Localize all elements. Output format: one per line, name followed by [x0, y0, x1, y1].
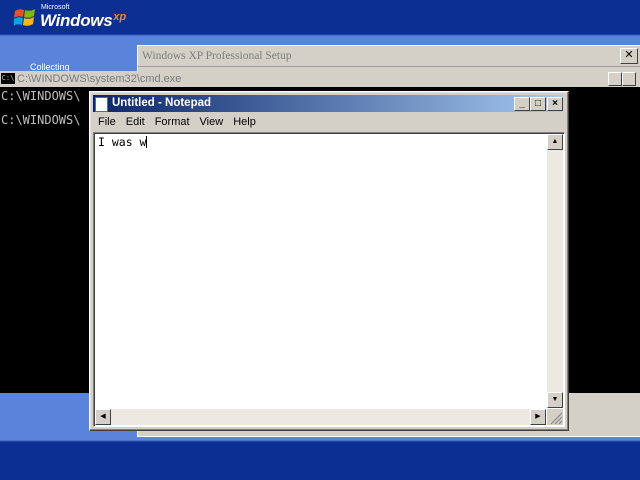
- cmd-minimize-button[interactable]: [608, 72, 622, 86]
- vertical-scrollbar[interactable]: ▲ ▼: [547, 134, 563, 408]
- minimize-button[interactable]: _: [514, 97, 530, 111]
- text-editor-area[interactable]: I was w ▲ ▼ ◀ ▶: [93, 132, 565, 427]
- cmd-title: C:\WINDOWS\system32\cmd.exe: [17, 73, 182, 85]
- notepad-icon: [95, 97, 108, 112]
- menu-format[interactable]: Format: [150, 113, 195, 131]
- notepad-window[interactable]: Untitled - Notepad _ □ × File Edit Forma…: [89, 91, 569, 431]
- resize-grip-icon[interactable]: [547, 409, 563, 425]
- windows-logo: Microsoft Windows xp: [14, 3, 126, 31]
- maximize-button[interactable]: □: [530, 97, 546, 111]
- editor-text: I was w: [98, 135, 147, 149]
- close-button[interactable]: ×: [547, 97, 563, 111]
- menu-bar: File Edit Format View Help: [93, 113, 261, 131]
- setup-window-title: Windows XP Professional Setup: [138, 46, 640, 67]
- cmd-titlebar[interactable]: C:\ C:\WINDOWS\system32\cmd.exe: [0, 71, 640, 87]
- xp-label: xp: [113, 11, 127, 23]
- menu-help[interactable]: Help: [228, 113, 261, 131]
- menu-view[interactable]: View: [195, 113, 229, 131]
- windows-flag-icon: [14, 9, 35, 26]
- notepad-titlebar[interactable]: Untitled - Notepad _ □ ×: [93, 95, 563, 112]
- scroll-down-icon[interactable]: ▼: [547, 392, 563, 408]
- scroll-right-icon[interactable]: ▶: [530, 409, 546, 425]
- notepad-title: Untitled - Notepad: [112, 97, 212, 109]
- setup-close-button[interactable]: ✕: [620, 48, 638, 64]
- cmd-maximize-button[interactable]: [622, 72, 636, 86]
- scroll-up-icon[interactable]: ▲: [547, 134, 563, 150]
- text-caret: [146, 136, 148, 148]
- horizontal-scrollbar[interactable]: ◀ ▶: [95, 409, 546, 425]
- windows-label: Windows: [40, 11, 113, 30]
- cmd-prompt-line: C:\WINDOWS\: [1, 89, 81, 103]
- menu-file[interactable]: File: [93, 113, 121, 131]
- scroll-left-icon[interactable]: ◀: [95, 409, 111, 425]
- cmd-icon: C:\: [1, 73, 15, 84]
- cmd-prompt-line: C:\WINDOWS\: [1, 113, 81, 127]
- editor-content[interactable]: I was w: [98, 135, 148, 149]
- microsoft-label: Microsoft: [41, 4, 70, 11]
- menu-edit[interactable]: Edit: [121, 113, 150, 131]
